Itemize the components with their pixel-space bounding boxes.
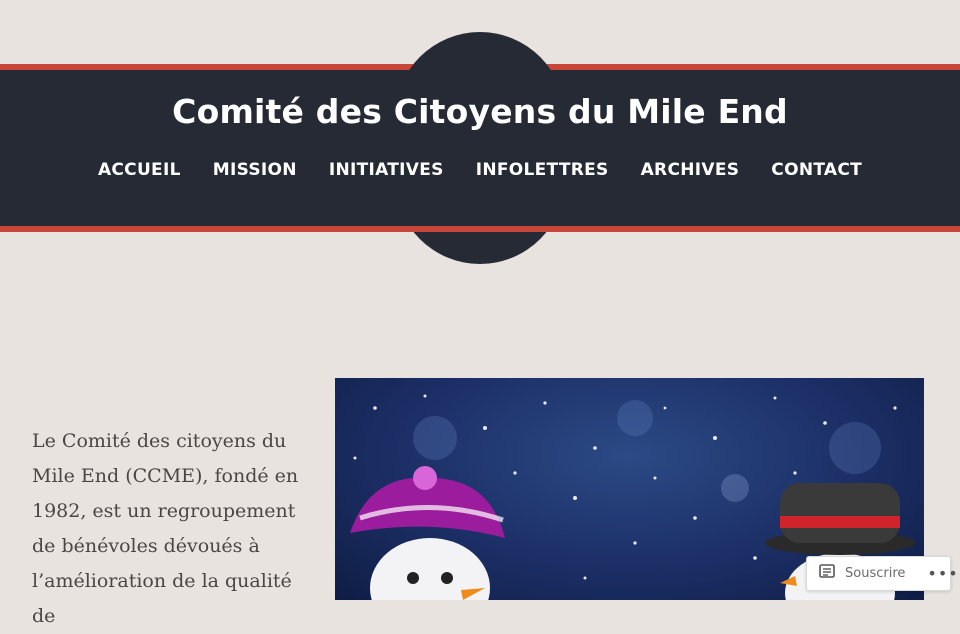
nav-item-mission[interactable]: MISSION bbox=[213, 160, 297, 180]
nav-item-accueil[interactable]: ACCUEIL bbox=[98, 160, 181, 180]
nav-item-infolettres[interactable]: INFOLETTRES bbox=[476, 160, 609, 180]
nav-item-archives[interactable]: ARCHIVES bbox=[641, 160, 740, 180]
nav-item-initiatives[interactable]: INITIATIVES bbox=[329, 160, 444, 180]
reader-icon bbox=[819, 563, 837, 584]
main-navigation: ACCUEIL MISSION INITIATIVES INFOLETTRES … bbox=[0, 160, 960, 180]
subscribe-widget: Souscrire ••• bbox=[806, 556, 958, 591]
nav-item-contact[interactable]: CONTACT bbox=[771, 160, 862, 180]
subscribe-button[interactable]: Souscrire bbox=[807, 557, 905, 590]
header-accent-stripe-bottom bbox=[0, 226, 960, 232]
intro-paragraph: Le Comité des citoyens du Mile End (CCME… bbox=[32, 430, 299, 627]
more-options-button[interactable]: ••• bbox=[927, 564, 958, 583]
site-title[interactable]: Comité des Citoyens du Mile End bbox=[0, 92, 960, 131]
subscribe-label: Souscrire bbox=[845, 566, 906, 581]
